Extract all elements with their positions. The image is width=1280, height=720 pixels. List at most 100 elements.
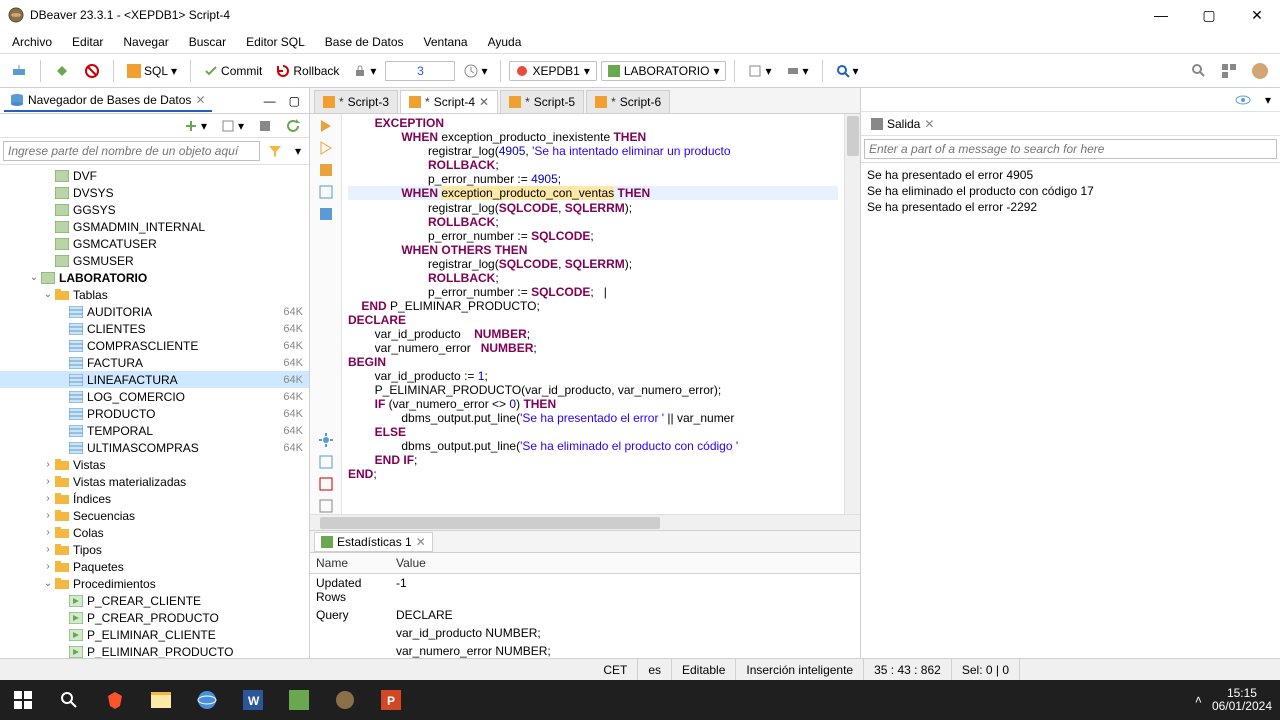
tree-item-paquetes[interactable]: ›Paquetes [0, 558, 309, 575]
menu-ayuda[interactable]: Ayuda [482, 33, 528, 51]
output-tab[interactable]: Salida ✕ [865, 115, 940, 133]
tx-lock-icon[interactable]: ▾ [348, 61, 381, 81]
minimize-button[interactable]: — [1146, 7, 1176, 24]
taskbar-search-icon[interactable] [46, 680, 92, 720]
tree-item-índices[interactable]: ›Índices [0, 490, 309, 507]
sql-editor[interactable]: EXCEPTION WHEN exception_producto_inexis… [342, 114, 844, 483]
rollback-button[interactable]: Rollback [271, 61, 344, 81]
tree-item-vistas-materializadas[interactable]: ›Vistas materializadas [0, 473, 309, 490]
nav-action-1-icon[interactable]: ▾ [179, 116, 212, 136]
db-navigator-tab[interactable]: Navegador de Bases de Datos ✕ [4, 90, 212, 112]
output-eye-icon[interactable] [1230, 92, 1256, 108]
taskbar-app-globe[interactable] [184, 680, 230, 720]
new-connection-icon[interactable] [6, 60, 32, 82]
gear-icon[interactable] [318, 432, 334, 448]
editor-tab[interactable]: * Script-4✕ [400, 90, 498, 113]
menu-navegar[interactable]: Navegar [117, 33, 174, 51]
tree-item-ultimascompras[interactable]: ULTIMASCOMPRAS64K [0, 439, 309, 456]
search-toolbar-icon[interactable] [1186, 60, 1212, 82]
tree-item-p_eliminar_producto[interactable]: P_ELIMINAR_PRODUCTO [0, 643, 309, 658]
tree-item-laboratorio[interactable]: ⌄LABORATORIO [0, 269, 309, 286]
stats-tab[interactable]: Estadísticas 1 ✕ [314, 532, 433, 552]
tree-item-p_eliminar_cliente[interactable]: P_ELIMINAR_CLIENTE [0, 626, 309, 643]
editor-tab[interactable]: * Script-3 [314, 90, 398, 113]
close-stats-icon[interactable]: ✕ [416, 535, 426, 549]
connect-icon[interactable] [49, 60, 75, 82]
tree-item-auditoria[interactable]: AUDITORIA64K [0, 303, 309, 320]
taskbar-app-powerpoint[interactable]: P [368, 680, 414, 720]
tree-item-gsmcatuser[interactable]: GSMCATUSER [0, 235, 309, 252]
tree-item-gsmadmin_internal[interactable]: GSMADMIN_INTERNAL [0, 218, 309, 235]
nav-filter-input[interactable] [3, 141, 260, 161]
taskbar-app-dbeaver[interactable] [322, 680, 368, 720]
search-icon[interactable]: ▾ [831, 61, 864, 81]
editor-tab[interactable]: * Script-5 [500, 90, 584, 113]
run-icon[interactable] [318, 118, 334, 134]
gutter-icon-4[interactable] [318, 184, 334, 200]
menu-ventana[interactable]: Ventana [418, 33, 474, 51]
tree-item-comprascliente[interactable]: COMPRASCLIENTE64K [0, 337, 309, 354]
schema-selector[interactable]: LABORATORIO ▾ [601, 61, 727, 81]
nav-action-2-icon[interactable]: ▾ [216, 116, 249, 136]
gutter-icon-5[interactable] [318, 206, 334, 222]
gutter-icon-b2[interactable] [318, 476, 334, 492]
editor-vscroll[interactable] [844, 114, 860, 514]
tree-item-colas[interactable]: ›Colas [0, 524, 309, 541]
tray-clock[interactable]: 15:15 06/01/2024 [1212, 687, 1272, 713]
nav-refresh-icon[interactable] [281, 116, 305, 136]
tree-item-producto[interactable]: PRODUCTO64K [0, 405, 309, 422]
toolbar-icon-2[interactable]: ▾ [781, 61, 814, 81]
taskbar-app-green[interactable] [276, 680, 322, 720]
db-tree[interactable]: DVFDVSYSGGSYSGSMADMIN_INTERNALGSMCATUSER… [0, 165, 309, 658]
filter-icon[interactable] [263, 141, 287, 161]
perspective-icon[interactable] [1216, 60, 1242, 82]
taskbar-app-explorer[interactable] [138, 680, 184, 720]
tree-item-p_crear_cliente[interactable]: P_CREAR_CLIENTE [0, 592, 309, 609]
stats-col-name[interactable]: Name [310, 553, 390, 574]
stats-grid[interactable]: Name Value Updated Rows-1QueryDECLARE va… [310, 553, 860, 658]
tree-item-dvsys[interactable]: DVSYS [0, 184, 309, 201]
taskbar-app-brave[interactable] [92, 680, 138, 720]
tree-item-clientes[interactable]: CLIENTES64K [0, 320, 309, 337]
history-icon[interactable]: ▾ [459, 61, 492, 81]
tree-item-factura[interactable]: FACTURA64K [0, 354, 309, 371]
connection-selector[interactable]: XEPDB1 ▾ [509, 61, 596, 81]
tree-item-gsmuser[interactable]: GSMUSER [0, 252, 309, 269]
maximize-panel-icon[interactable]: ▢ [284, 91, 305, 111]
tree-item-dvf[interactable]: DVF [0, 167, 309, 184]
disconnect-icon[interactable] [79, 60, 105, 82]
commit-button[interactable]: Commit [199, 61, 267, 81]
output-search-input[interactable] [864, 139, 1277, 159]
menu-editor sql[interactable]: Editor SQL [240, 33, 311, 51]
run-script-icon[interactable] [318, 140, 334, 156]
menu-editar[interactable]: Editar [66, 33, 109, 51]
avatar-icon[interactable] [1246, 59, 1274, 83]
taskbar-app-word[interactable]: W [230, 680, 276, 720]
tree-item-tipos[interactable]: ›Tipos [0, 541, 309, 558]
output-menu-icon[interactable]: ▾ [1260, 90, 1276, 110]
editor-tab[interactable]: * Script-6 [586, 90, 670, 113]
menu-archivo[interactable]: Archivo [6, 33, 58, 51]
gutter-icon-b1[interactable] [318, 454, 334, 470]
tree-item-secuencias[interactable]: ›Secuencias [0, 507, 309, 524]
gutter-icon-3[interactable] [318, 162, 334, 178]
status-mode[interactable]: Editable [672, 659, 736, 680]
output-body[interactable]: Se ha presentado el error 4905Se ha elim… [861, 163, 1280, 658]
close-window-button[interactable]: ✕ [1242, 7, 1272, 24]
toolbar-icon-1[interactable]: ▾ [743, 61, 776, 81]
tree-item-procedimientos[interactable]: ⌄Procedimientos [0, 575, 309, 592]
tray-chevron-icon[interactable]: ˄ [1195, 693, 1202, 707]
stats-col-value[interactable]: Value [390, 553, 860, 574]
menu-base de datos[interactable]: Base de Datos [319, 33, 410, 51]
tree-item-log_comercio[interactable]: LOG_COMERCIO64K [0, 388, 309, 405]
start-button[interactable] [0, 680, 46, 720]
tree-item-p_crear_producto[interactable]: P_CREAR_PRODUCTO [0, 609, 309, 626]
maximize-button[interactable]: ▢ [1194, 7, 1224, 24]
close-output-icon[interactable]: ✕ [924, 117, 934, 131]
status-insert[interactable]: Inserción inteligente [736, 659, 864, 680]
tx-count-field[interactable]: 3 [385, 61, 455, 81]
tree-item-ggsys[interactable]: GGSYS [0, 201, 309, 218]
sql-editor-button[interactable]: SQL ▾ [122, 61, 182, 81]
menu-buscar[interactable]: Buscar [183, 33, 232, 51]
close-tab-icon[interactable]: ✕ [195, 93, 205, 107]
